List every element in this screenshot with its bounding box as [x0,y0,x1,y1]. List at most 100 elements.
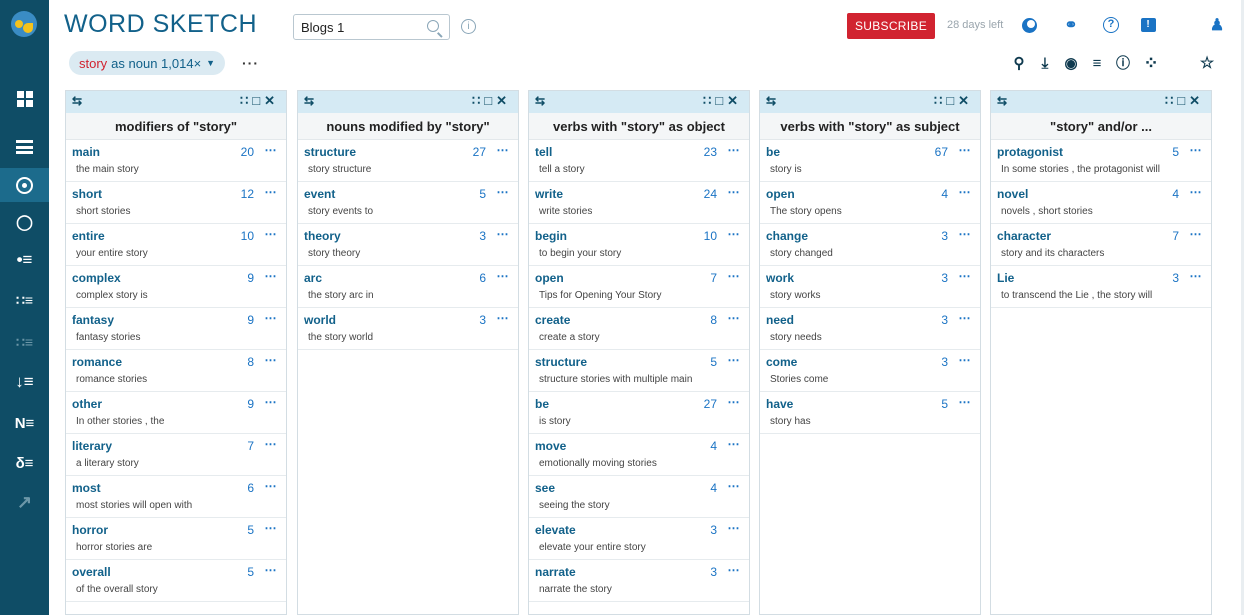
collocate-word[interactable]: event [304,187,335,201]
word-sketch-icon[interactable] [0,168,49,202]
row-menu-icon[interactable]: ⋯ [497,227,510,241]
collocate-count[interactable]: 5 [247,565,254,579]
help-icon[interactable]: ? [1100,14,1122,36]
row-menu-icon[interactable]: ⋯ [959,269,972,283]
collocate-count[interactable]: 9 [247,271,254,285]
collocate-count[interactable]: 27 [704,397,717,411]
search-icon[interactable] [427,20,439,32]
row-menu-icon[interactable]: ⋯ [265,395,278,409]
collocate-count[interactable]: 4 [710,481,717,495]
collocate-word[interactable]: begin [535,229,567,243]
collocate-count[interactable]: 3 [710,565,717,579]
collocate-count[interactable]: 6 [479,271,486,285]
collocate-word[interactable]: entire [72,229,105,243]
collocate-count[interactable]: 12 [241,187,254,201]
collocate-word[interactable]: tell [535,145,552,159]
collocate-word[interactable]: narrate [535,565,576,579]
word-sketch-difference-icon[interactable]: ∷≡ [0,283,49,317]
swap-icon[interactable]: ⇆ [535,94,545,108]
thesaurus-icon[interactable]: ◯ [0,205,49,239]
collocate-row[interactable]: novel 4 ⋯ novels , short stories [991,182,1211,224]
collocate-count[interactable]: 4 [941,187,948,201]
row-menu-icon[interactable]: ⋯ [728,395,741,409]
collocate-row[interactable]: other 9 ⋯ In other stories , the [66,392,286,434]
row-menu-icon[interactable]: ⋯ [1190,143,1203,157]
zoom-icon[interactable]: ⚲ [1008,52,1030,74]
expand-icon[interactable]: □ [1177,93,1189,108]
row-menu-icon[interactable]: ⋯ [959,227,972,241]
user-icon[interactable]: ♟ [1206,14,1228,36]
collocate-row[interactable]: write 24 ⋯ write stories [529,182,749,224]
collocate-row[interactable]: come 3 ⋯ Stories come [760,350,980,392]
collocate-row[interactable]: open 4 ⋯ The story opens [760,182,980,224]
visualize-column-icon[interactable]: ∷ [703,93,715,108]
text-type-analysis-icon[interactable]: δ≡ [0,446,49,480]
collocate-count[interactable]: 24 [704,187,717,201]
collocate-row[interactable]: literary 7 ⋯ a literary story [66,434,286,476]
collocate-row[interactable]: overall 5 ⋯ of the overall story [66,560,286,602]
collocate-count[interactable]: 67 [935,145,948,159]
expand-icon[interactable]: □ [484,93,496,108]
collocate-word[interactable]: arc [304,271,322,285]
collocate-count[interactable]: 4 [1172,187,1179,201]
dashboard-icon[interactable] [0,82,49,116]
collocate-row[interactable]: tell 23 ⋯ tell a story [529,140,749,182]
collocate-count[interactable]: 10 [704,229,717,243]
corpus-search[interactable] [293,14,450,40]
row-menu-icon[interactable]: ⋯ [728,269,741,283]
row-menu-icon[interactable]: ⋯ [728,563,741,577]
collocate-word[interactable]: most [72,481,101,495]
collocate-count[interactable]: 10 [241,229,254,243]
collocate-count[interactable]: 5 [247,523,254,537]
collocate-word[interactable]: move [535,439,566,453]
collocate-count[interactable]: 7 [1172,229,1179,243]
collocate-row[interactable]: Lie 3 ⋯ to transcend the Lie , the story wi… [991,266,1211,308]
collocate-word[interactable]: romance [72,355,122,369]
expand-icon[interactable]: □ [715,93,727,108]
collocate-row[interactable]: structure 5 ⋯ structure stories with multip… [529,350,749,392]
collocate-row[interactable]: entire 10 ⋯ your entire story [66,224,286,266]
collocate-word[interactable]: overall [72,565,111,579]
collocate-row[interactable]: change 3 ⋯ story changed [760,224,980,266]
collocate-word[interactable]: complex [72,271,121,285]
swap-icon[interactable]: ⇆ [72,94,82,108]
collocate-word[interactable]: create [535,313,570,327]
row-menu-icon[interactable]: ⋯ [728,227,741,241]
collocate-row[interactable]: event 5 ⋯ story events to [298,182,518,224]
collocate-count[interactable]: 27 [473,145,486,159]
collocate-count[interactable]: 5 [710,355,717,369]
row-menu-icon[interactable]: ⋯ [497,185,510,199]
collocate-word[interactable]: open [535,271,564,285]
keywords-icon[interactable]: ∷≡ [0,325,49,359]
row-menu-icon[interactable]: ⋯ [265,185,278,199]
row-menu-icon[interactable]: ⋯ [497,269,510,283]
collocate-row[interactable]: see 4 ⋯ seeing the story [529,476,749,518]
collocate-count[interactable]: 4 [710,439,717,453]
collocate-count[interactable]: 5 [941,397,948,411]
row-menu-icon[interactable]: ⋯ [728,437,741,451]
collocate-row[interactable]: fantasy 9 ⋯ fantasy stories [66,308,286,350]
row-menu-icon[interactable]: ⋯ [1190,185,1203,199]
close-icon[interactable]: ✕ [1189,93,1204,108]
collocate-row[interactable]: elevate 3 ⋯ elevate your entire story [529,518,749,560]
collocate-word[interactable]: open [766,187,795,201]
swap-icon[interactable]: ⇆ [766,94,776,108]
collocate-row[interactable]: main 20 ⋯ the main story [66,140,286,182]
collocate-row[interactable]: theory 3 ⋯ story theory [298,224,518,266]
collocate-word[interactable]: protagonist [997,145,1063,159]
collocate-count[interactable]: 3 [479,313,486,327]
collocate-row[interactable]: short 12 ⋯ short stories [66,182,286,224]
collocate-row[interactable]: arc 6 ⋯ the story arc in [298,266,518,308]
collocate-row[interactable]: create 8 ⋯ create a story [529,308,749,350]
subscribe-button[interactable]: SUBSCRIBE [847,13,935,39]
collocate-count[interactable]: 7 [247,439,254,453]
collocate-count[interactable]: 23 [704,145,717,159]
collocate-count[interactable]: 7 [710,271,717,285]
collocate-row[interactable]: work 3 ⋯ story works [760,266,980,308]
close-icon[interactable]: ✕ [958,93,973,108]
info-circle-icon[interactable]: ⓘ [1112,52,1134,74]
close-icon[interactable]: ✕ [727,93,742,108]
row-menu-icon[interactable]: ⋯ [959,143,972,157]
collocate-row[interactable]: be 67 ⋯ story is [760,140,980,182]
filter-icon[interactable]: ≡ [1086,52,1108,74]
